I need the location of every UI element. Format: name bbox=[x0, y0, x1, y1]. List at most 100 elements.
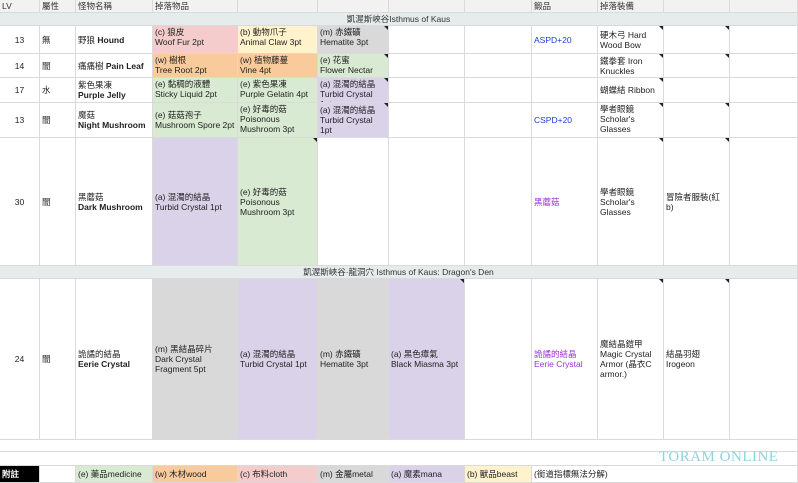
header-blank-5 bbox=[664, 0, 730, 13]
cell-equip2 bbox=[664, 26, 730, 54]
drop-line2: Sticky Liquid 2pt bbox=[155, 89, 217, 99]
drop-line1: (e) 好毒的菇 bbox=[240, 104, 287, 114]
cell-empty bbox=[465, 78, 532, 103]
cell-equip2: 冒險者服裝(紅b) bbox=[664, 138, 730, 266]
drop-line2: Turbid Crystal 1pt bbox=[155, 201, 222, 212]
monster-name-zh: 詭譎的結晶 bbox=[78, 349, 121, 359]
cell-drop: (c) 狼皮 Woof Fur 2pt bbox=[153, 26, 238, 54]
cell-drop: (e) 紫色果凍 Purple Gelatin 4pt bbox=[238, 78, 318, 103]
cell-equip: 魔結晶鎧甲 Magic Crystal Armor (晶衣C armor.) bbox=[598, 279, 664, 440]
drop-line2: Mushroom Spore 2pt bbox=[155, 120, 235, 130]
cell-equip2 bbox=[664, 103, 730, 138]
drop-line1: (w) 植物藤蔓 bbox=[240, 55, 289, 65]
monster-name-en: Pain Leaf bbox=[105, 60, 144, 71]
header-blank-1 bbox=[238, 0, 318, 13]
cell-empty bbox=[389, 26, 465, 54]
drop-line2: Hematite 3pt bbox=[320, 359, 369, 369]
spreadsheet: LV 屬性 怪物名稱 掉落物品 鍛品 掉落裝備 凱渥斯峽谷Isthmus of … bbox=[0, 0, 798, 483]
cell-drop: (b) 動物爪子 Animal Claw 3pt bbox=[238, 26, 318, 54]
drop-line1: (e) 紫色果凍 bbox=[240, 79, 287, 89]
cell-equip: 學者眼鏡 Scholar's Glasses bbox=[598, 103, 664, 138]
cell-equip2: 結晶羽翅 Irogeon bbox=[664, 279, 730, 440]
cell-monster-name: 野狼 Hound bbox=[76, 26, 153, 54]
legend-item-beast: (b) 獸品beast bbox=[465, 466, 532, 483]
cell-drop: (a) 黑色瘴氣 Black Miasma 3pt bbox=[389, 279, 465, 440]
drop-line2: Turbid Crystal 1pt bbox=[320, 115, 373, 135]
cell-equip: 學者眼鏡 Scholar's Glasses bbox=[598, 138, 664, 266]
monster-name-zh: 紫色果凍 bbox=[78, 80, 113, 90]
drop-line1: (a) 混濁的結晶 bbox=[320, 79, 376, 89]
drop-line2: Purple Gelatin 4pt bbox=[240, 89, 309, 99]
cell-monster-name: 紫色果凍 Purple Jelly bbox=[76, 78, 153, 103]
cell-drop: (e) 菇菇孢子 Mushroom Spore 2pt bbox=[153, 103, 238, 138]
legend-item-wood: (w) 木材wood bbox=[153, 466, 238, 483]
cell-drop: (e) 黏稠的液體 Sticky Liquid 2pt bbox=[153, 78, 238, 103]
drop-line2: Black Miasma 3pt bbox=[391, 359, 459, 369]
legend-item-metal: (m) 金屬metal bbox=[318, 466, 389, 483]
legend-item-mana: (a) 魔素mana bbox=[389, 466, 465, 483]
cell-equip: 鐵拳套 Iron Knuckles bbox=[598, 54, 664, 78]
drop-line1: (e) 黏稠的液體 bbox=[155, 79, 211, 89]
cell-smith bbox=[532, 78, 598, 103]
header-blank-3 bbox=[389, 0, 465, 13]
cell-drop: (m) 黑結晶碎片 Dark Crystal Fragment 5pt bbox=[153, 279, 238, 440]
cell-smith: CSPD+20 bbox=[532, 103, 598, 138]
cell-equip2 bbox=[664, 54, 730, 78]
cell-empty bbox=[465, 26, 532, 54]
cell-drop: (e) 好毒的菇 Poisonous Mushroom 3pt bbox=[238, 103, 318, 138]
drop-line1: (e) 好毒的菇 bbox=[240, 186, 287, 197]
monster-name-en: Eerie Crystal bbox=[78, 359, 130, 369]
drop-line1: (b) 動物爪子 bbox=[240, 27, 287, 37]
cell-equip2 bbox=[664, 78, 730, 103]
cell-attr: 闇 bbox=[40, 103, 76, 138]
drop-line1: (e) 花蜜 bbox=[320, 55, 350, 65]
cell-lv: 13 bbox=[0, 26, 40, 54]
cell-drop: (a) 混濁的結晶Turbid Crystal 1pt bbox=[153, 138, 238, 266]
cell-empty bbox=[730, 279, 798, 440]
cell-empty bbox=[465, 54, 532, 78]
cell-drop: (w) 植物藤蔓 Vine 4pt bbox=[238, 54, 318, 78]
cell-attr: 水 bbox=[40, 78, 76, 103]
cell-lv: 14 bbox=[0, 54, 40, 78]
header-name: 怪物名稱 bbox=[76, 0, 153, 13]
drop-line2: Poisonous Mushroom 3pt bbox=[240, 196, 295, 217]
monster-name-zh: 魔菇 bbox=[78, 110, 96, 120]
cell-smith: ASPD+20 bbox=[532, 26, 598, 54]
drop-line2: Vine 4pt bbox=[240, 65, 272, 75]
section-header: 凱渥斯峽谷Isthmus of Kaus bbox=[0, 13, 798, 26]
cell-empty bbox=[465, 279, 532, 440]
cell-empty bbox=[730, 26, 798, 54]
cell-monster-name: 黑蘑菇 Dark Mushroom bbox=[76, 138, 153, 266]
cell-lv: 17 bbox=[0, 78, 40, 103]
drop-line2: Dark Crystal Fragment 5pt bbox=[155, 354, 206, 374]
legend-label: 附註 bbox=[0, 466, 40, 483]
cell-attr: 闇 bbox=[40, 279, 76, 440]
legend-item-cloth: (c) 布料cloth bbox=[238, 466, 318, 483]
monster-name-en: Night Mushroom bbox=[78, 120, 146, 130]
cell-lv: 13 bbox=[0, 103, 40, 138]
header-smith: 鍛品 bbox=[532, 0, 598, 13]
cell-drop: (a) 混濁的結晶Turbid Crystal 1pt bbox=[318, 103, 389, 138]
cell-empty bbox=[465, 138, 532, 266]
legend-note: (銜道指標無法分解) bbox=[532, 466, 798, 483]
cell-drop: (m) 赤鐵礦 Hematite 3pt bbox=[318, 279, 389, 440]
drop-line2: Tree Root 2pt bbox=[155, 65, 207, 75]
drop-line2: Poisonous Mushroom 3pt bbox=[240, 114, 295, 134]
monster-name-zh: 痛痛樹 bbox=[78, 60, 104, 71]
drop-line1: (w) 樹根 bbox=[155, 55, 187, 65]
cell-drop: (a) 混濁的結晶Turbid Crystal 1pt bbox=[318, 78, 389, 103]
cell-monster-name: 痛痛樹 Pain Leaf bbox=[76, 54, 153, 78]
drop-line1: (a) 混濁的結晶 bbox=[155, 191, 211, 202]
cell-empty bbox=[730, 54, 798, 78]
cell-drop: (a) 混濁的結晶Turbid Crystal 1pt bbox=[238, 279, 318, 440]
cell-empty bbox=[389, 54, 465, 78]
cell-smith: 詭譎的結晶 Eerie Crystal bbox=[532, 279, 598, 440]
cell-smith bbox=[532, 54, 598, 78]
cell-drop: (w) 樹根 Tree Root 2pt bbox=[153, 54, 238, 78]
monster-name-en: Purple Jelly bbox=[78, 90, 126, 100]
monster-name-en: Dark Mushroom bbox=[78, 201, 143, 212]
drop-line1: (a) 黑色瘴氣 bbox=[391, 349, 438, 359]
monster-name-en: Hound bbox=[97, 34, 125, 45]
cell-equip: 蝴蝶結 Ribbon bbox=[598, 78, 664, 103]
cell-drop: (e) 好毒的菇 Poisonous Mushroom 3pt bbox=[238, 138, 318, 266]
